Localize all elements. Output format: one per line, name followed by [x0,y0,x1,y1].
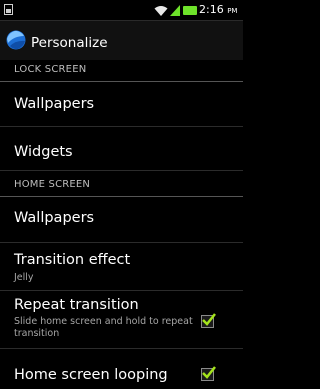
setting-widgets[interactable]: Widgets [0,127,243,171]
setting-transition-effect[interactable]: Transition effect Jelly [0,243,243,291]
setting-title: Wallpapers [14,96,95,112]
setting-title: Repeat transition [14,297,139,313]
checkmark-icon [202,313,216,326]
setting-title: Widgets [14,144,73,160]
section-header-home-screen: HOME SCREEN [0,178,243,197]
setting-summary: Jelly [14,272,34,283]
setting-title: Transition effect [14,252,131,268]
wifi-icon [154,6,168,16]
home-looping-checkbox[interactable] [201,366,216,381]
setting-summary: Slide home screen and hold to repeat tra… [14,316,193,339]
signal-icon [170,5,180,16]
repeat-transition-checkbox[interactable] [201,313,216,328]
setting-home-wallpapers[interactable]: Wallpapers [0,197,243,243]
setting-lock-wallpapers[interactable]: Wallpapers [0,82,243,127]
page-title: Personalize [31,35,108,51]
action-bar: Personalize [0,21,243,60]
setting-title: Home screen looping [14,367,168,383]
battery-icon [183,6,197,15]
setting-repeat-transition[interactable]: Repeat transition Slide home screen and … [0,291,243,349]
status-time: 2:16 PM [199,3,238,16]
status-bar: 2:16 PM [0,0,243,21]
personalize-app-icon[interactable] [6,30,26,50]
setting-title: Wallpapers [14,210,95,226]
setting-home-screen-looping[interactable]: Home screen looping [0,349,243,389]
image-notification-icon [4,4,13,15]
section-header-lock-screen: LOCK SCREEN [0,63,243,82]
checkmark-icon [202,366,216,379]
